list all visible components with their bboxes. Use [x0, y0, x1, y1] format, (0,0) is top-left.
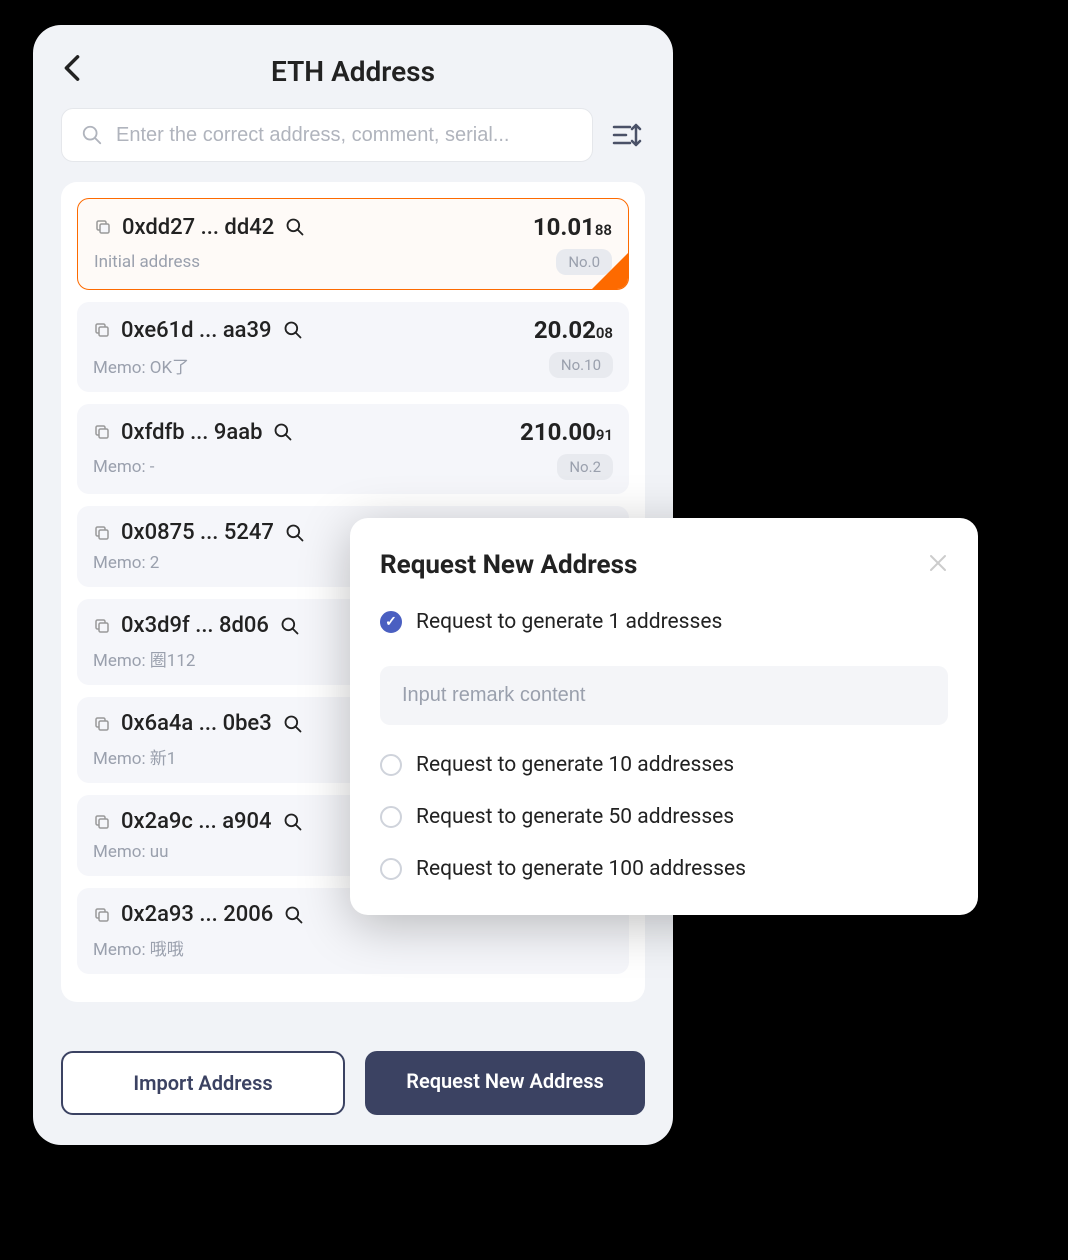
address-text: 0xdd27 ... dd42	[122, 215, 274, 240]
option-label: Request to generate 50 addresses	[416, 805, 734, 829]
copy-icon[interactable]	[93, 715, 111, 733]
memo-row: Initial address No.0	[94, 249, 612, 275]
memo-text: Memo: OK了	[93, 353, 189, 378]
lookup-icon[interactable]	[283, 904, 305, 926]
balance-value: 20.0208	[534, 316, 613, 344]
address-text: 0xe61d ... aa39	[121, 318, 272, 343]
option-label: Request to generate 1 addresses	[416, 610, 722, 634]
page-title: ETH Address	[63, 55, 643, 88]
address-text: 0xfdfb ... 9aab	[121, 420, 262, 445]
radio-checked-icon[interactable]	[380, 611, 402, 633]
sort-icon[interactable]	[609, 117, 645, 153]
header: ETH Address	[33, 25, 673, 108]
address-text: 0x2a93 ... 2006	[121, 902, 273, 927]
memo-row: Memo: 哦哦	[93, 935, 613, 960]
generate-option[interactable]: Request to generate 1 addresses	[380, 610, 948, 634]
serial-badge: No.0	[556, 249, 612, 275]
generate-option[interactable]: Request to generate 50 addresses	[380, 805, 948, 829]
lookup-icon[interactable]	[282, 713, 304, 735]
radio-icon[interactable]	[380, 754, 402, 776]
lookup-icon[interactable]	[282, 319, 304, 341]
back-icon[interactable]	[63, 54, 81, 89]
lookup-icon[interactable]	[284, 216, 306, 238]
radio-icon[interactable]	[380, 806, 402, 828]
address-card[interactable]: 0xe61d ... aa39 20.0208 Memo: OK了 No.10	[77, 302, 629, 392]
search-input[interactable]	[116, 124, 574, 147]
serial-badge: No.2	[557, 454, 613, 480]
generate-option[interactable]: Request to generate 10 addresses	[380, 753, 948, 777]
lookup-icon[interactable]	[279, 615, 301, 637]
close-icon[interactable]	[928, 551, 948, 579]
request-new-address-modal: Request New Address Request to generate …	[350, 518, 978, 915]
memo-text: Memo: 哦哦	[93, 935, 184, 960]
address-card[interactable]: 0xdd27 ... dd42 10.0188 Initial address No.…	[77, 198, 629, 290]
memo-text: Memo: -	[93, 457, 155, 477]
address-text: 0x2a9c ... a904	[121, 809, 272, 834]
address-row: 0xe61d ... aa39 20.0208	[93, 316, 613, 344]
serial-badge: No.10	[549, 352, 613, 378]
address-text: 0x6a4a ... 0be3	[121, 711, 272, 736]
option-label: Request to generate 100 addresses	[416, 857, 746, 881]
address-text: 0x3d9f ... 8d06	[121, 613, 269, 638]
balance-value: 210.0091	[520, 418, 613, 446]
request-new-address-button[interactable]: Request New Address	[365, 1051, 645, 1115]
balance-value: 10.0188	[533, 213, 612, 241]
lookup-icon[interactable]	[272, 421, 294, 443]
lookup-icon[interactable]	[282, 811, 304, 833]
address-row: 0xfdfb ... 9aab 210.0091	[93, 418, 613, 446]
generate-option[interactable]: Request to generate 100 addresses	[380, 857, 948, 881]
copy-icon[interactable]	[93, 524, 111, 542]
memo-text: Memo: 圈112	[93, 646, 195, 671]
import-address-button[interactable]: Import Address	[61, 1051, 345, 1115]
remark-input[interactable]	[380, 666, 948, 725]
memo-text: Memo: uu	[93, 842, 169, 862]
copy-icon[interactable]	[93, 321, 111, 339]
modal-title: Request New Address	[380, 550, 637, 580]
copy-icon[interactable]	[93, 906, 111, 924]
address-text: 0x0875 ... 5247	[121, 520, 274, 545]
option-label: Request to generate 10 addresses	[416, 753, 734, 777]
address-card[interactable]: 0xfdfb ... 9aab 210.0091 Memo: - No.2	[77, 404, 629, 494]
lookup-icon[interactable]	[284, 522, 306, 544]
radio-icon[interactable]	[380, 858, 402, 880]
copy-icon[interactable]	[94, 218, 112, 236]
search-box[interactable]	[61, 108, 593, 162]
memo-text: Initial address	[94, 252, 200, 272]
copy-icon[interactable]	[93, 813, 111, 831]
copy-icon[interactable]	[93, 617, 111, 635]
address-row: 0xdd27 ... dd42 10.0188	[94, 213, 612, 241]
copy-icon[interactable]	[93, 423, 111, 441]
memo-row: Memo: - No.2	[93, 454, 613, 480]
search-row	[33, 108, 673, 162]
search-icon	[80, 123, 104, 147]
memo-text: Memo: 新1	[93, 744, 176, 769]
modal-header: Request New Address	[380, 550, 948, 580]
memo-row: Memo: OK了 No.10	[93, 352, 613, 378]
footer-buttons: Import Address Request New Address	[33, 1031, 673, 1135]
memo-text: Memo: 2	[93, 553, 159, 573]
